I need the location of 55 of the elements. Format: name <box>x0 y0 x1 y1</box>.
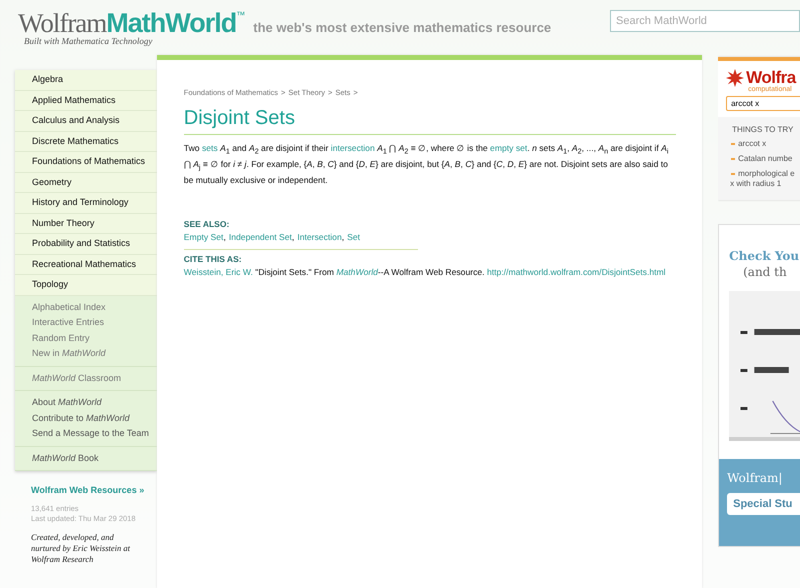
topic-link[interactable]: Calculus and Analysis <box>15 111 157 132</box>
topic-link[interactable]: Topology <box>15 275 157 296</box>
list-separator: , <box>223 232 226 242</box>
citation-text: --A Wolfram Web Resource. <box>378 266 486 277</box>
nav-link[interactable]: About MathWorld <box>15 395 157 410</box>
see-also-link[interactable]: Intersection <box>297 232 342 242</box>
topic-link[interactable]: Discrete Mathematics <box>15 132 157 152</box>
page-title: Disjoint Sets <box>184 107 676 135</box>
resources-link[interactable]: Wolfram Web Resources » <box>31 485 157 495</box>
nav-link[interactable]: Send a Message to the Team <box>15 426 157 442</box>
query-input[interactable]: arccot x <box>726 96 800 111</box>
topic-link[interactable]: Number Theory <box>15 214 157 234</box>
ad-button[interactable]: Special Stu <box>727 493 800 515</box>
citation-link[interactable]: http://mathworld.wolfram.com/DisjointSets.html <box>486 266 666 277</box>
ad-headline[interactable]: Check You <box>719 249 800 263</box>
suggestion-link[interactable]: Catalan numbe <box>738 154 792 164</box>
topic-link[interactable]: Probability and Statistics <box>15 234 157 254</box>
term-link[interactable]: intersection <box>330 143 375 153</box>
nav-link[interactable]: Interactive Entries <box>15 315 157 330</box>
citation-link[interactable]: Weisstein, Eric W. <box>184 266 253 277</box>
ad-subline: (and th <box>742 265 788 279</box>
things-to-try-heading: THINGS TO TRY <box>732 125 794 134</box>
cite-heading: CITE THIS AS: <box>184 254 243 264</box>
trademark-mark: ™ <box>236 10 246 20</box>
see-also-link[interactable]: Independent Set <box>228 232 292 242</box>
list-separator: , <box>342 232 344 242</box>
logo-subtitle: Built with Mathematica Technology <box>24 36 154 46</box>
topic-link[interactable]: Foundations of Mathematics <box>15 152 157 172</box>
site-tagline: the web's most extensive mathematics resource <box>253 20 552 35</box>
term-link[interactable]: empty set <box>490 143 528 153</box>
logo-product-name[interactable]: MathWorld <box>106 8 236 39</box>
topic-link[interactable]: Applied Mathematics <box>15 90 157 111</box>
nav-link[interactable]: Alphabetical Index <box>15 300 157 315</box>
nav-link[interactable]: Random Entry <box>15 330 157 346</box>
see-also-heading: SEE ALSO: <box>184 218 230 229</box>
see-also-link[interactable]: Empty Set <box>184 232 224 242</box>
topic-link[interactable]: Geometry <box>15 172 157 193</box>
nav-link[interactable]: New in MathWorld <box>15 346 157 362</box>
citation-link[interactable]: MathWorld <box>336 266 378 277</box>
definition-paragraph: Two sets A$_{1}$ and A$_{2}$ are disjoint if their intersection A$_{1}$ ⋂ A$_{2}$ ≡ ∅, where ∅ is the empty set. n sets A$_{1}$, A$_{2}$, ..., A$_{n}$ are disjoint if A$_{i}$ ⋂ A$_{j}$ ≡ ∅ for i ≠ j. For example, {A, B, C} and {D, E} are disjoint, but {A, B, C} and {C, D, E} are not. Disjoint sets are also said to be mutually exclusive or independent. <box>184 142 670 187</box>
suggestion-link[interactable]: arccot x <box>738 139 766 149</box>
list-separator: , <box>292 232 294 242</box>
suggestion-link[interactable]: morphological e x with radius 1 <box>730 169 795 189</box>
topic-link[interactable]: Algebra <box>15 70 157 90</box>
see-also-link[interactable]: Set <box>347 232 360 242</box>
search-field[interactable]: Search MathWorld <box>610 10 800 32</box>
topic-link[interactable]: History and Terminology <box>15 193 157 214</box>
nav-link[interactable]: Contribute to MathWorld <box>15 410 157 426</box>
topic-link[interactable]: Recreational Mathematics <box>15 254 157 275</box>
starburst-icon <box>726 69 744 87</box>
logo-wordmark[interactable]: Wolfram <box>18 8 106 39</box>
citation-text: "Disjoint Sets." From <box>254 266 335 277</box>
ad-brand-text: Wolfram| <box>727 471 784 485</box>
credit-text: Created, developed, and nurtured by Eric Weisstein at Wolfram Research <box>31 532 132 565</box>
term-link[interactable]: sets <box>202 143 218 153</box>
